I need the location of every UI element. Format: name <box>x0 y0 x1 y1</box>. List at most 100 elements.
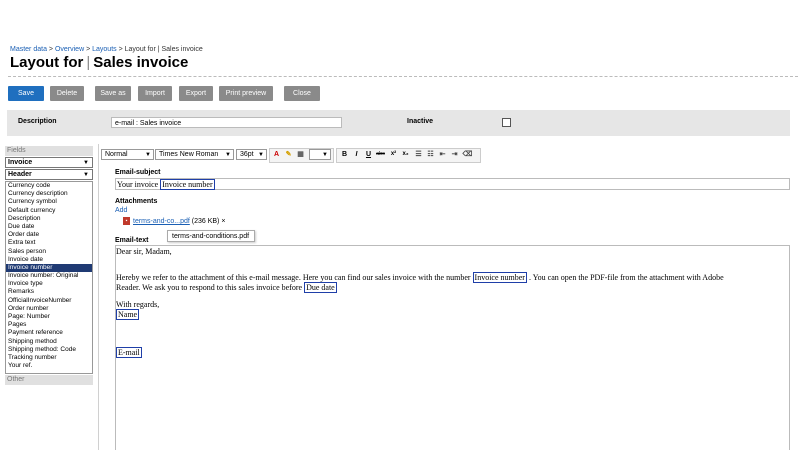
font-value: Times New Roman <box>159 151 219 158</box>
field-list-item[interactable]: Default currency <box>6 207 92 215</box>
field-list-item[interactable]: Shipping method: Code <box>6 346 92 354</box>
attachments-label: Attachments <box>115 198 158 205</box>
outdent-icon[interactable]: ⇤ <box>437 149 448 160</box>
font-size-value: 36pt <box>240 151 254 158</box>
eraser-icon[interactable]: ⌫ <box>462 149 473 160</box>
email-text-label: Email-text <box>115 237 149 244</box>
chevron-down-icon: ▼ <box>83 160 89 166</box>
attachment-link[interactable]: terms-and-co...pdf <box>133 218 190 225</box>
page-title-prefix: Layout for <box>10 54 84 71</box>
table-icon[interactable]: ▦ <box>295 149 306 160</box>
field-list-item[interactable]: Shipping method <box>6 338 92 346</box>
other-header[interactable]: Other <box>5 375 93 385</box>
chevron-down-icon: ▼ <box>83 172 89 178</box>
bold-icon[interactable]: B <box>339 149 350 160</box>
page-title: Layout for | Sales invoice <box>10 54 189 71</box>
delete-button[interactable]: Delete <box>50 86 84 101</box>
field-list-item[interactable]: OfficialInvoiceNumber <box>6 297 92 305</box>
bullet-list-icon[interactable]: ☷ <box>425 149 436 160</box>
email-regards: With regards, <box>116 300 160 309</box>
email-token[interactable]: E-mail <box>116 347 142 358</box>
numbered-list-icon[interactable]: ☰ <box>413 149 424 160</box>
field-list-item[interactable]: Pages <box>6 321 92 329</box>
breadcrumb-overview[interactable]: Overview <box>55 46 84 53</box>
field-list-item[interactable]: Your ref. <box>6 362 92 370</box>
add-attachment-link[interactable]: Add <box>115 207 127 214</box>
field-list-item[interactable]: Currency description <box>6 190 92 198</box>
inactive-label: Inactive <box>407 118 434 125</box>
field-list-item[interactable]: Invoice number: Original <box>6 272 92 280</box>
field-list-item[interactable]: Extra text <box>6 239 92 247</box>
field-section-value: Header <box>8 171 32 178</box>
email-paragraph-line2: Reader. We ask you to respond to this sa… <box>116 282 337 293</box>
field-list-item[interactable]: Payment reference <box>6 329 92 337</box>
field-list[interactable]: Currency code Currency description Currenc… <box>5 181 93 374</box>
field-list-item[interactable]: Description <box>6 215 92 223</box>
email-greeting: Dear sir, Madam, <box>116 247 172 256</box>
field-list-item[interactable]: Currency code <box>6 182 92 190</box>
chevron-down-icon: ▼ <box>322 152 328 158</box>
breadcrumb-layouts[interactable]: Layouts <box>92 46 117 53</box>
chevron-down-icon: ▼ <box>145 152 151 158</box>
italic-icon[interactable]: I <box>351 149 362 160</box>
attachment-size: (236 KB) <box>191 217 220 225</box>
inactive-checkbox[interactable] <box>502 118 511 127</box>
email-token-line: E-mail <box>116 347 142 358</box>
description-label: Description <box>18 118 57 125</box>
field-type-select[interactable]: Invoice ▼ <box>5 157 93 168</box>
email-subject-input[interactable]: Your invoice Invoice number <box>115 178 790 190</box>
breadcrumb-master-data[interactable]: Master data <box>10 46 47 53</box>
field-list-item[interactable]: Currency symbol <box>6 198 92 206</box>
style-value: Normal <box>105 151 128 158</box>
font-size-select[interactable]: 36pt ▼ <box>236 149 267 160</box>
field-list-item[interactable]: Page: Number <box>6 313 92 321</box>
highlight-icon[interactable]: ✎ <box>283 149 294 160</box>
field-list-item[interactable]: Due date <box>6 223 92 231</box>
underline-icon[interactable]: U <box>363 149 374 160</box>
due-date-token[interactable]: Due date <box>304 282 337 293</box>
subscript-icon[interactable]: x₂ <box>400 149 411 160</box>
remove-attachment-icon[interactable]: × <box>221 218 225 225</box>
email-paragraph-line1: Hereby we refer to the attachment of thi… <box>116 272 776 283</box>
font-select[interactable]: Times New Roman ▼ <box>155 149 234 160</box>
save-button[interactable]: Save <box>8 86 44 101</box>
superscript-icon[interactable]: x² <box>388 149 399 160</box>
field-list-item[interactable]: Invoice date <box>6 256 92 264</box>
close-button[interactable]: Close <box>284 86 320 101</box>
export-button[interactable]: Export <box>179 86 213 101</box>
breadcrumb: Master data > Overview > Layouts > Layou… <box>10 46 203 53</box>
text-color-icon[interactable]: A <box>271 149 282 160</box>
email-paragraph-part2: . You can open the PDF-file from the att… <box>528 273 724 282</box>
indent-icon[interactable]: ⇥ <box>449 149 460 160</box>
strikethrough-icon[interactable]: abc <box>375 149 386 160</box>
field-type-value: Invoice <box>8 159 33 166</box>
import-button[interactable]: Import <box>138 86 172 101</box>
field-list-item[interactable]: Sales person <box>6 248 92 256</box>
attachment-tooltip: terms-and-conditions.pdf <box>167 230 255 242</box>
field-list-item[interactable]: Order number <box>6 305 92 313</box>
invoice-number-token[interactable]: Invoice number <box>472 272 527 283</box>
breadcrumb-current: Layout for | Sales invoice <box>124 46 203 53</box>
email-paragraph-part1: Hereby we refer to the attachment of thi… <box>116 273 471 282</box>
field-list-item[interactable]: Invoice number <box>6 263 92 273</box>
field-list-item[interactable]: Tracking number <box>6 354 92 362</box>
format-select[interactable]: ▼ <box>309 149 331 160</box>
name-token-line: Name <box>116 309 140 320</box>
page-title-suffix: Sales invoice <box>93 54 189 71</box>
name-token[interactable]: Name <box>116 309 140 320</box>
invoice-number-token[interactable]: Invoice number <box>160 179 215 190</box>
title-divider <box>8 76 798 77</box>
field-list-item[interactable]: Order date <box>6 231 92 239</box>
fields-header[interactable]: Fields <box>5 146 93 156</box>
print-preview-button[interactable]: Print preview <box>219 86 273 101</box>
field-list-item[interactable]: Invoice type <box>6 280 92 288</box>
chevron-down-icon: ▼ <box>225 152 231 158</box>
email-subject-text: Your invoice <box>117 180 159 189</box>
field-section-select[interactable]: Header ▼ <box>5 169 93 180</box>
field-list-item[interactable]: Remarks <box>6 288 92 296</box>
description-input[interactable]: e-mail : Sales invoice <box>111 117 342 128</box>
save-as-button[interactable]: Save as <box>95 86 131 101</box>
attachment-item: ▪ terms-and-co...pdf (236 KB) × <box>123 217 225 225</box>
chevron-down-icon: ▼ <box>258 152 264 158</box>
style-select[interactable]: Normal ▼ <box>101 149 154 160</box>
